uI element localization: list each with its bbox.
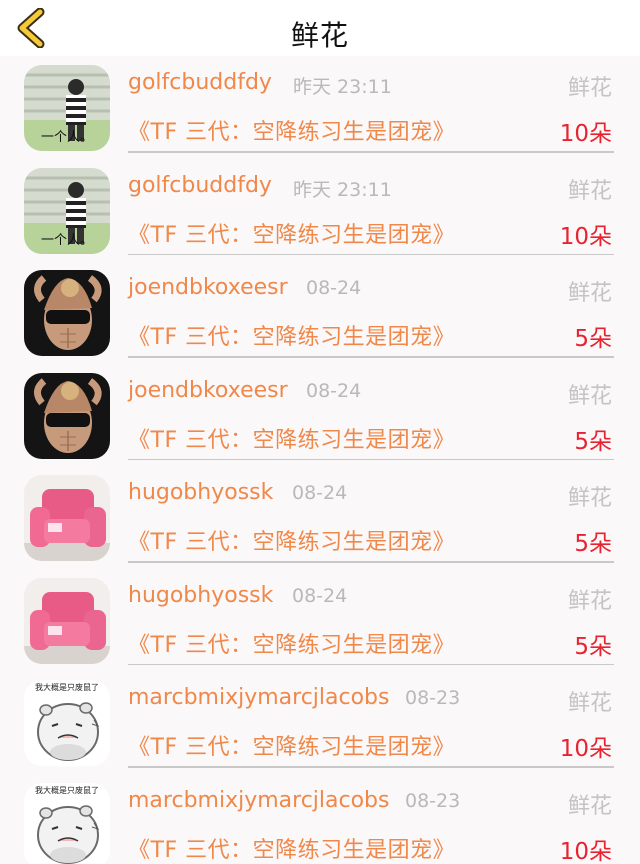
gift-count: 5朵 [574,428,612,455]
gift-type: 鲜花 [567,76,612,101]
gift-count: 10朵 [559,223,612,250]
username[interactable]: golfcbuddfdy [128,70,272,95]
divider [128,663,614,665]
gift-count: 10朵 [559,736,612,762]
username[interactable]: golfcbuddfdy [128,173,272,198]
divider [128,561,614,563]
book-title[interactable]: 《TF 三代：空降练习生是团宠》 [128,422,455,454]
gift-count: 5朵 [574,531,612,557]
username[interactable]: joendbkoxeesr [128,275,288,300]
gift-type: 鲜花 [567,588,612,614]
book-title[interactable]: 《TF 三代：空降练习生是团宠》 [128,319,455,351]
gift-count: 10朵 [559,838,612,864]
timestamp: 08-24 [306,277,362,299]
avatar[interactable] [24,270,110,356]
timestamp: 08-24 [306,379,362,402]
timestamp: 08-23 [405,789,461,812]
gift-row[interactable]: hugobhyossk 08-24 鲜花 《TF 三代：空降练习生是团宠》 5朵 [0,569,640,672]
username[interactable]: hugobhyossk [128,583,273,608]
gift-row[interactable]: 我大概是只废鼠了 marcbmixjymarcjlacobs 08-23 鲜花 … [0,774,640,864]
gift-row[interactable]: hugobhyossk 08-24 鲜花 《TF 三代：空降练习生是团宠》 5朵 [0,466,640,569]
book-title[interactable]: 《TF 三代：空降练习生是团宠》 [128,627,455,659]
gift-row[interactable]: 一个人。 golfcbuddfdy 昨天 23:11 鲜花 《TF 三代：空降练… [0,159,640,262]
nav-bar: 鲜花 [0,0,640,56]
avatar[interactable] [24,577,110,664]
divider [128,458,614,460]
gift-count: 5朵 [574,326,612,352]
gift-row[interactable]: 一个人。 golfcbuddfdy 昨天 23:11 鲜花 《TF 三代：空降练… [0,56,640,159]
book-title[interactable]: 《TF 三代：空降练习生是团宠》 [128,524,455,556]
gift-type: 鲜花 [567,383,612,409]
avatar[interactable] [24,372,110,459]
page-title: 鲜花 [290,19,349,52]
gift-row[interactable]: joendbkoxeesr 08-24 鲜花 《TF 三代：空降练习生是团宠》 … [0,364,640,467]
sticker-caption: 我大概是只废鼠了 [35,682,99,692]
username[interactable]: joendbkoxeesr [128,378,288,403]
book-title[interactable]: 《TF 三代：空降练习生是团宠》 [128,832,455,864]
avatar-caption: 一个人。 [41,233,93,248]
book-title[interactable]: 《TF 三代：空降练习生是团宠》 [128,114,455,146]
gift-row[interactable]: joendbkoxeesr 08-24 鲜花 《TF 三代：空降练习生是团宠》 … [0,261,640,364]
gift-type: 鲜花 [567,281,612,306]
gift-type: 鲜花 [567,691,612,716]
username[interactable]: marcbmixjymarcjlacobs [128,685,390,710]
timestamp: 08-24 [292,482,348,504]
divider [128,253,614,255]
timestamp: 08-24 [292,584,348,607]
gift-count: 5朵 [574,633,612,660]
divider [128,356,614,358]
timestamp: 08-23 [405,687,461,709]
avatar[interactable]: 我大概是只废鼠了 [24,782,110,864]
gift-type: 鲜花 [567,793,612,819]
username[interactable]: hugobhyossk [128,480,273,505]
gift-count: 10朵 [559,121,612,147]
avatar[interactable]: 一个人。 [24,65,110,151]
divider [128,151,614,153]
gift-row[interactable]: 我大概是只废鼠了 marcbmixjymarcjlacobs 08-23 鲜花 … [0,671,640,774]
avatar-caption: 一个人。 [41,130,93,145]
book-title[interactable]: 《TF 三代：空降练习生是团宠》 [128,217,455,249]
avatar[interactable] [24,475,110,561]
gift-type: 鲜花 [567,486,612,511]
gift-list: 一个人。 golfcbuddfdy 昨天 23:11 鲜花 《TF 三代：空降练… [0,56,640,864]
gift-type: 鲜花 [567,178,612,204]
avatar[interactable]: 一个人。 [24,167,110,254]
timestamp: 昨天 23:11 [293,76,392,98]
divider [128,766,614,768]
book-title[interactable]: 《TF 三代：空降练习生是团宠》 [128,729,455,761]
avatar[interactable]: 我大概是只废鼠了 [24,680,110,766]
timestamp: 昨天 23:11 [293,178,392,201]
sticker-caption: 我大概是只废鼠了 [35,785,99,795]
username[interactable]: marcbmixjymarcjlacobs [128,788,390,813]
